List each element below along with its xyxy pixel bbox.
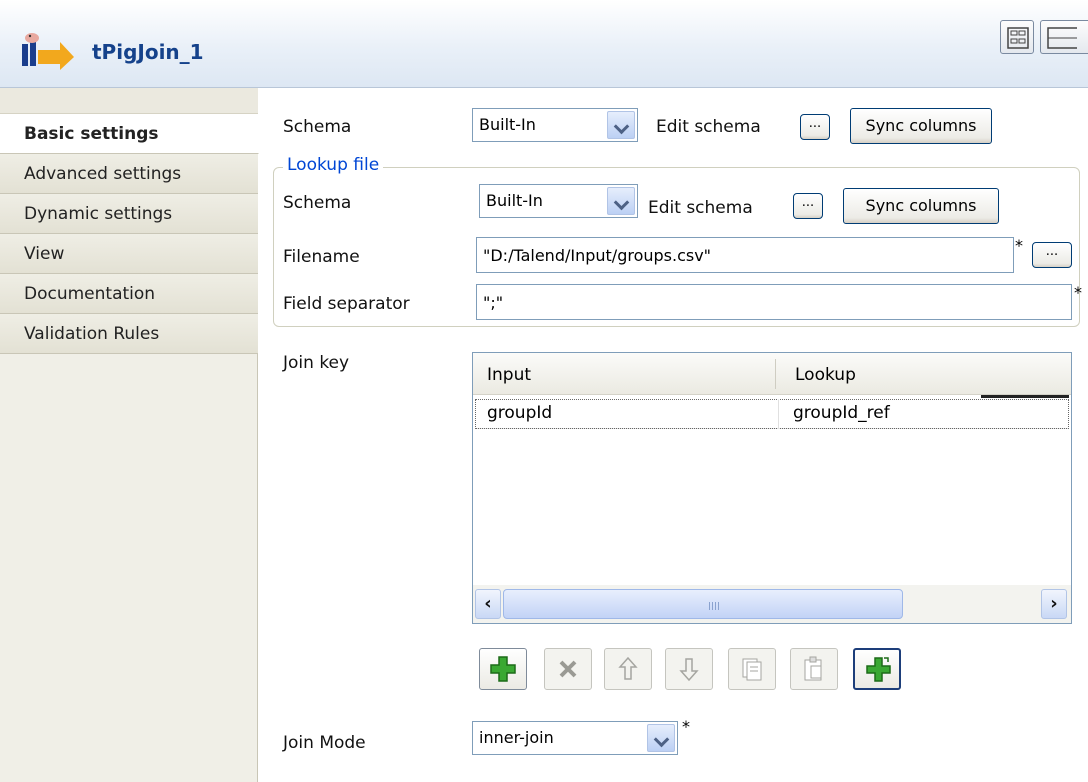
lookup-edit-schema-button[interactable]: ... — [793, 193, 823, 219]
add-all-button[interactable] — [853, 648, 901, 690]
filename-browse-button[interactable]: ... — [1032, 242, 1072, 268]
move-down-icon — [679, 658, 699, 682]
table-cell-lookup[interactable]: groupId_ref — [781, 399, 890, 429]
add-all-icon — [866, 657, 891, 682]
field-separator-input[interactable]: ";" — [476, 284, 1072, 320]
scroll-thumb[interactable] — [503, 589, 903, 619]
chevron-down-icon[interactable] — [607, 187, 635, 215]
add-icon — [490, 656, 516, 682]
add-row-button[interactable] — [479, 648, 527, 690]
sync-columns-button[interactable]: Sync columns — [850, 108, 992, 144]
copy-button[interactable] — [728, 648, 776, 690]
sidebar-item-view[interactable]: View — [0, 234, 258, 274]
chevron-down-icon[interactable] — [607, 111, 635, 139]
lookup-schema-select-value: Built-In — [486, 191, 543, 210]
schema-label: Schema — [283, 117, 352, 137]
move-up-button[interactable] — [604, 648, 652, 690]
remove-row-button[interactable] — [544, 648, 592, 690]
filename-input[interactable]: "D:/Talend/Input/groups.csv" — [476, 237, 1014, 273]
component-header: tPigJoin_1 — [0, 0, 1088, 88]
chevron-down-icon[interactable] — [647, 724, 675, 752]
column-header-lookup[interactable]: Lookup — [783, 353, 856, 395]
join-mode-select[interactable]: inner-join — [472, 721, 678, 755]
schema-select-value: Built-In — [479, 115, 536, 134]
table-header: Input Lookup — [473, 353, 1071, 398]
table-cell-input[interactable]: groupId — [475, 399, 552, 429]
lookup-sync-columns-button[interactable]: Sync columns — [843, 188, 999, 224]
sidebar-item-documentation[interactable]: Documentation — [0, 274, 258, 314]
sidebar-item-basic-settings[interactable]: Basic settings — [0, 114, 259, 154]
lookup-schema-select[interactable]: Built-In — [479, 184, 638, 218]
schema-select[interactable]: Built-In — [472, 108, 638, 142]
list-layout-icon — [1047, 27, 1077, 49]
grid-layout-icon — [1007, 27, 1029, 49]
lookup-schema-label: Schema — [283, 193, 352, 213]
paste-icon — [804, 656, 822, 681]
scroll-left-icon[interactable]: ‹ — [475, 589, 501, 619]
scroll-right-icon[interactable]: › — [1041, 589, 1067, 619]
scroll-grip-icon — [709, 602, 721, 610]
header-edge-line — [981, 395, 1069, 398]
table-row[interactable] — [475, 399, 1069, 429]
column-divider[interactable] — [775, 359, 776, 389]
component-title: tPigJoin_1 — [92, 40, 204, 64]
join-key-label: Join key — [283, 353, 350, 373]
join-mode-label: Join Mode — [283, 733, 366, 753]
move-down-button[interactable] — [665, 648, 713, 690]
sidebar-item-advanced-settings[interactable]: Advanced settings — [0, 154, 258, 194]
settings-sidebar: Basic settings Advanced settings Dynamic… — [0, 88, 259, 782]
sidebar-top-strip — [0, 88, 258, 114]
sidebar-item-dynamic-settings[interactable]: Dynamic settings — [0, 194, 258, 234]
pig-join-component-icon — [22, 33, 74, 70]
cell-divider — [778, 399, 779, 429]
move-up-icon — [618, 656, 638, 680]
list-layout-button[interactable] — [1040, 20, 1088, 54]
sidebar-item-validation-rules[interactable]: Validation Rules — [0, 314, 258, 354]
field-separator-required-marker: * — [1074, 283, 1082, 302]
remove-icon — [559, 660, 577, 678]
edit-schema-button[interactable]: ... — [800, 114, 830, 140]
lookup-edit-schema-label: Edit schema — [648, 198, 753, 218]
horizontal-scrollbar[interactable]: ‹ › — [473, 585, 1071, 623]
join-key-table[interactable]: Input Lookup groupId groupId_ref ‹ › — [472, 352, 1072, 624]
grid-layout-button[interactable] — [1000, 20, 1034, 54]
join-mode-select-value: inner-join — [479, 728, 554, 747]
paste-button[interactable] — [790, 648, 838, 690]
field-separator-label: Field separator — [283, 294, 410, 314]
lookup-file-legend: Lookup file — [283, 155, 384, 175]
edit-schema-label: Edit schema — [656, 117, 761, 137]
copy-icon — [742, 658, 762, 681]
column-header-input[interactable]: Input — [475, 353, 531, 395]
filename-label: Filename — [283, 247, 360, 267]
filename-required-marker: * — [1015, 236, 1023, 255]
join-mode-required-marker: * — [682, 717, 690, 736]
